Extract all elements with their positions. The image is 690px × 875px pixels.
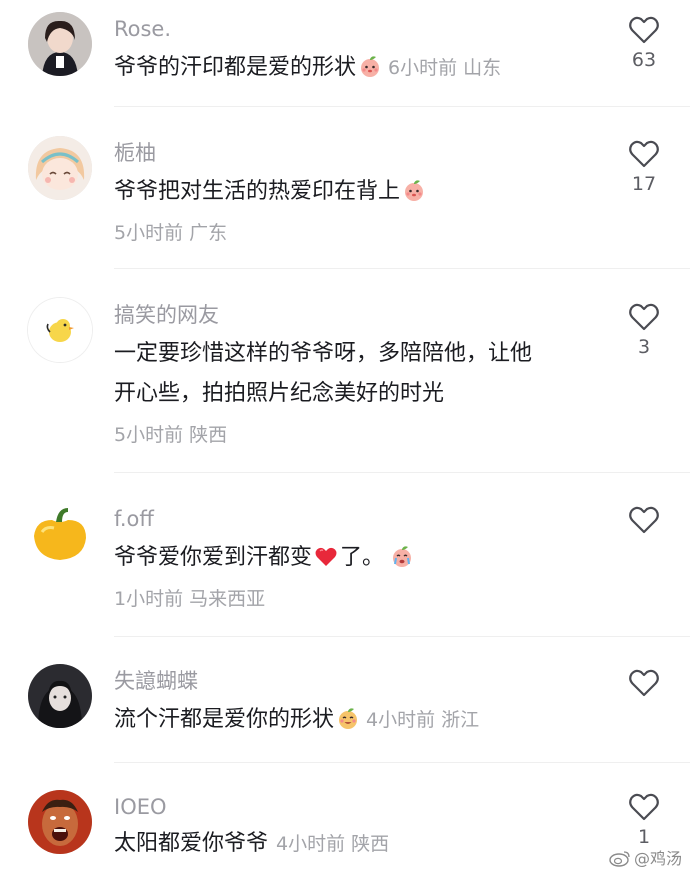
like-button[interactable]: 63 [622,15,666,71]
avatar-anime-girl-icon [28,136,92,200]
comment-time: 6小时前 [388,57,458,79]
heart-outline-icon [629,506,659,534]
like-button[interactable] [622,505,666,539]
comment-time: 4小时前 [276,833,346,855]
avatar[interactable] [28,136,92,200]
crying-peach-emoji-icon [390,544,414,568]
peach-face-emoji-icon [402,178,426,202]
comment-time: 5小时前 [114,222,184,244]
comment-text: 一定要珍惜这样的爷爷呀，多陪陪他，让他 开心些，拍拍照片纪念美好的时光 [114,341,533,406]
comment-text: 太阳都爱你爷爷 4小时前 陕西 [114,831,390,856]
peach-face-emoji-icon [358,54,382,78]
avatar-yellow-chick-icon [28,298,92,362]
like-count: 63 [631,49,657,71]
heart-outline-icon [629,140,659,168]
like-count: 17 [631,173,657,195]
avatar-screaming-face-icon [28,790,92,854]
divider [114,636,690,637]
comment-text: 流个汗都是爱你的形状 4小时前 浙江 [114,706,480,732]
comment-text: 爷爷把对生活的热爱印在背上 [114,172,594,212]
comment-meta: 1小时前 马来西亚 [114,586,265,613]
avatar[interactable] [28,298,92,362]
divider [114,472,690,473]
comment-time: 4小时前 [366,709,436,731]
heart-outline-icon [629,303,659,331]
divider [114,268,690,269]
like-button[interactable] [622,668,666,702]
avatar[interactable] [28,502,92,566]
username[interactable]: Rose. [114,16,171,42]
comment-time: 1小时前 [114,588,184,610]
smile-peach-emoji-icon [336,706,360,730]
comment-time: 5小时前 [114,424,184,446]
avatar-yellow-pepper-icon [28,502,92,566]
like-button[interactable]: 1 [622,792,666,848]
watermark-text: @鸡汤 [633,849,682,868]
comment-meta: 5小时前 广东 [114,220,227,247]
username[interactable]: f.off [114,506,154,532]
avatar[interactable] [28,12,92,76]
comment-location: 浙江 [441,709,480,731]
weibo-logo-icon [609,849,631,867]
divider [114,762,690,763]
heart-outline-icon [629,793,659,821]
avatar-dark-portrait-icon [28,664,92,728]
watermark: @鸡汤 [609,845,682,869]
comment-text: 爷爷的汗印都是爱的形状 6小时前 山东 [114,54,502,80]
comment-location: 陕西 [189,424,228,446]
comment-location: 陕西 [351,833,390,855]
username[interactable]: 栀柚 [114,140,156,166]
like-button[interactable]: 17 [622,139,666,195]
red-heart-emoji-icon [314,544,338,568]
heart-outline-icon [629,16,659,44]
avatar[interactable] [28,790,92,854]
like-button[interactable]: 3 [622,302,666,358]
comment-location: 广东 [189,222,228,244]
comment-location: 山东 [463,57,502,79]
heart-outline-icon [629,669,659,697]
comment-location: 马来西亚 [189,588,266,610]
username[interactable]: 搞笑的网友 [114,302,219,328]
like-count: 3 [637,336,651,358]
username[interactable]: 失譩蝴蝶 [114,668,198,694]
avatar-girl-portrait-icon [28,12,92,76]
username[interactable]: IOEO [114,794,167,820]
divider [114,106,690,107]
avatar[interactable] [28,664,92,728]
comment-meta: 5小时前 陕西 [114,422,227,449]
comment-text: 爷爷爱你爱到汗都变 了。 [114,538,594,578]
